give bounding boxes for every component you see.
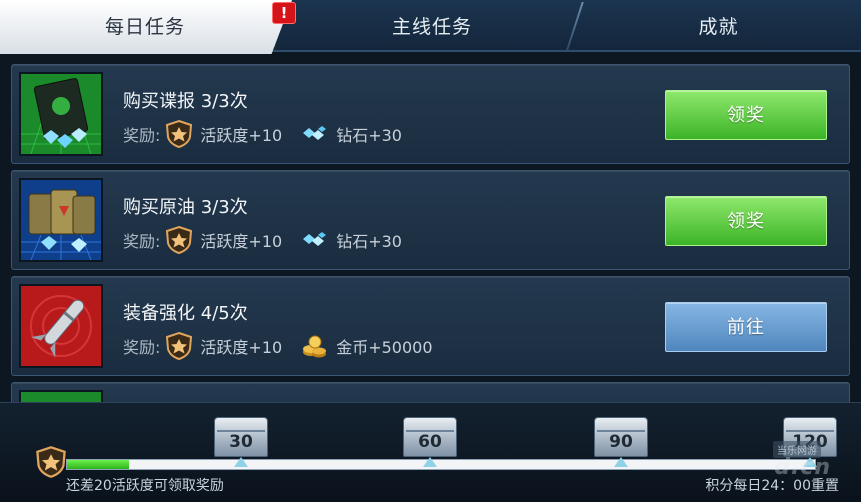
- go-button[interactable]: 前往: [665, 302, 827, 352]
- activity-badge-icon: [164, 119, 194, 149]
- reward-text: 钻石+30: [336, 126, 402, 145]
- task-title: 购买原油 3/3次: [123, 197, 248, 218]
- diamond-icon: [300, 225, 330, 255]
- task-title: 购买谍报 3/3次: [123, 91, 248, 112]
- reward-label: 奖励:: [123, 232, 161, 251]
- activity-badge-icon: [34, 445, 68, 479]
- alert-badge: !: [272, 2, 296, 24]
- oil-barrels-icon: [19, 178, 103, 262]
- task-row: 购买谍报 3/3次 奖励: 活跃度+10 钻石+30 领奖: [11, 64, 850, 164]
- task-row: 购买原油 3/3次 奖励: 活跃度+10 钻石+30 领奖: [11, 170, 850, 270]
- reset-note: 积分每日24：00重置: [705, 478, 839, 494]
- claim-reward-button[interactable]: 领奖: [665, 196, 827, 246]
- reward-text: 活跃度+10: [200, 232, 283, 251]
- reward-line: 奖励: 活跃度+10 钻石+30: [123, 225, 420, 255]
- reward-label: 奖励:: [123, 338, 161, 357]
- claim-reward-button[interactable]: 领奖: [665, 90, 827, 140]
- reward-text: 金币+50000: [336, 338, 433, 357]
- reward-line: 奖励: 活跃度+10 钻石+30: [123, 119, 420, 149]
- spy-intel-icon: [19, 72, 103, 156]
- milestone-marker: [614, 457, 628, 467]
- milestone-marker: [423, 457, 437, 467]
- diamond-icon: [300, 119, 330, 149]
- tab-main-tasks[interactable]: 主线任务: [290, 0, 574, 52]
- activity-progress-fill: [67, 460, 130, 469]
- milestone-value: 30: [229, 432, 253, 452]
- milestone-chest[interactable]: 30: [214, 417, 268, 467]
- task-title: 装备强化 4/5次: [123, 303, 248, 324]
- activity-progress-panel: 30 60 90 120 当乐网游 d.cn 还差20活跃度可领取奖励 积分每日…: [0, 402, 861, 502]
- progress-hint: 还差20活跃度可领取奖励: [66, 478, 224, 494]
- task-row: 装备强化 4/5次 奖励: 活跃度+10 金币+50000 前往: [11, 276, 850, 376]
- activity-badge-icon: [164, 225, 194, 255]
- milestone-chest[interactable]: 90: [594, 417, 648, 467]
- milestone-marker: [234, 457, 248, 467]
- reward-line: 奖励: 活跃度+10 金币+50000: [123, 331, 451, 361]
- milestone-value: 90: [609, 432, 633, 452]
- reward-label: 奖励:: [123, 126, 161, 145]
- milestone-chest[interactable]: 60: [403, 417, 457, 467]
- missile-icon: [19, 284, 103, 368]
- reward-text: 活跃度+10: [200, 338, 283, 357]
- activity-badge-icon: [164, 331, 194, 361]
- tab-achievements[interactable]: 成就: [576, 0, 861, 52]
- reward-text: 活跃度+10: [200, 126, 283, 145]
- milestone-value: 60: [418, 432, 442, 452]
- tab-bar: 每日任务 主线任务 成就 !: [0, 0, 861, 56]
- task-list[interactable]: 购买谍报 3/3次 奖励: 活跃度+10 钻石+30 领奖 购买原油 3/3次 …: [0, 56, 861, 406]
- gold-coins-icon: [300, 331, 330, 361]
- reward-text: 钻石+30: [336, 232, 402, 251]
- tab-daily-tasks[interactable]: 每日任务: [0, 0, 290, 52]
